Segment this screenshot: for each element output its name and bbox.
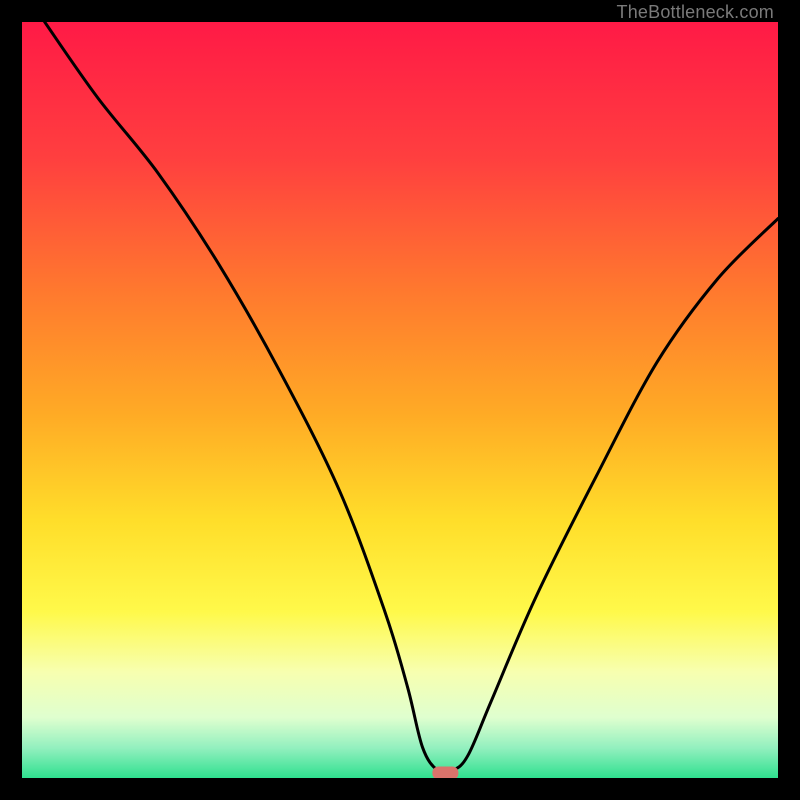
minimum-marker [432, 767, 458, 779]
bottleneck-plot [22, 22, 778, 778]
watermark-text: TheBottleneck.com [617, 2, 774, 23]
chart-frame: TheBottleneck.com [0, 0, 800, 800]
